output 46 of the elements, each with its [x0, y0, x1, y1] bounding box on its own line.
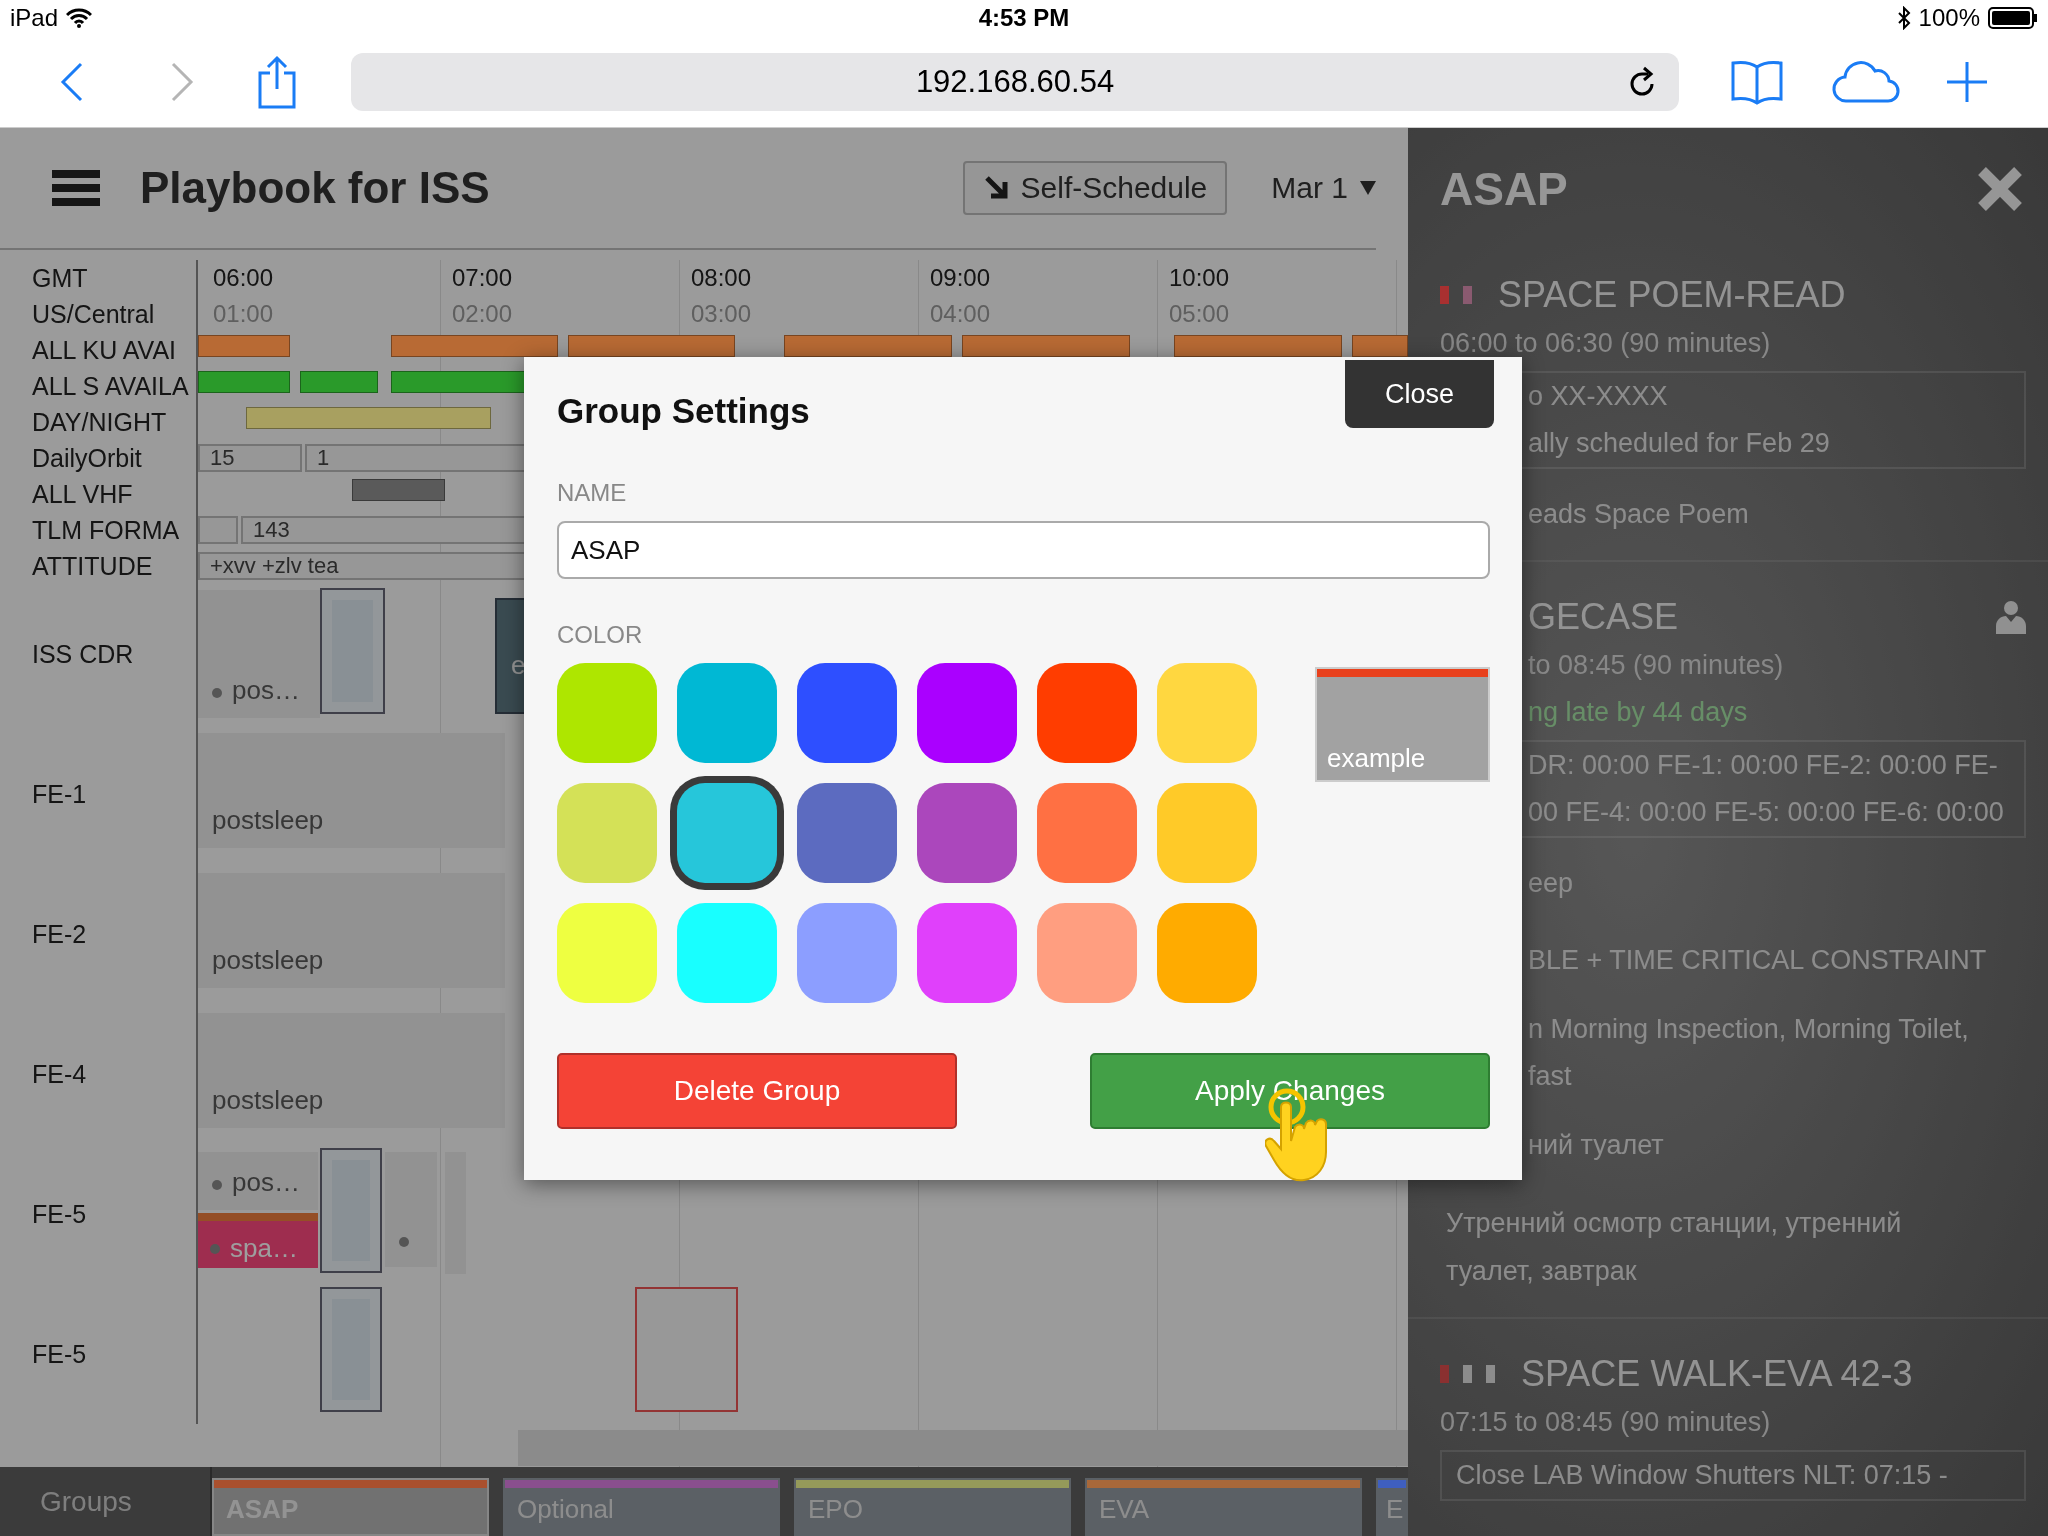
description-text: Утренний осмотр станции, утренний туалет, завтрак	[1445, 1207, 1903, 1288]
field-label: NAME	[557, 479, 628, 507]
local-time-label: 02:00	[452, 300, 513, 328]
row-label: FE-5	[0, 1284, 198, 1424]
activity-label: postsleep	[212, 1085, 324, 1116]
field-label: COLOR	[557, 621, 644, 649]
description-text: eads Space Poem	[1528, 498, 1750, 531]
time-label: 07:00	[452, 264, 513, 292]
description-text: fast	[1528, 1060, 1573, 1093]
time-label: 09:00	[930, 264, 991, 292]
time-range: 07:15 to 08:45 (90 minutes)	[1440, 1406, 1772, 1439]
device-name: iPad	[10, 4, 59, 32]
time-range: 06:00 to 06:30 (90 minutes)	[1440, 327, 1772, 360]
app-title: Playbook for ISS	[140, 163, 490, 213]
timezone-label: US/Central	[0, 296, 198, 332]
color-preview: example	[1315, 667, 1490, 782]
activity-label: pos…	[232, 1167, 300, 1198]
row-label: DAY/NIGHT	[0, 404, 198, 440]
constraint-text: BLE + TIME CRITICAL CONSTRAINT	[1528, 944, 1988, 977]
timezone-label: GMT	[0, 260, 198, 296]
time-label: 08:00	[691, 264, 752, 292]
activity-label: postsleep	[212, 945, 324, 976]
local-time-label: 05:00	[1169, 300, 1230, 328]
row-label: ALL VHF	[0, 476, 198, 512]
clock: 4:53 PM	[978, 4, 1070, 32]
note-text: ally scheduled for Feb 29	[1528, 427, 1831, 460]
description-text: eep	[1528, 867, 1575, 900]
note-text: o XX-XXXX	[1528, 380, 1669, 413]
note-text: DR: 00:00 FE-1: 00:00 FE-2: 00:00 FE-	[1528, 749, 1999, 782]
activity-label: spa…	[230, 1233, 298, 1264]
time-label: 10:00	[1169, 264, 1230, 292]
description-text: ний туалет	[1528, 1129, 1665, 1162]
activity-label: e	[511, 650, 526, 680]
local-time-label: 04:00	[930, 300, 991, 328]
time-label: 06:00	[213, 264, 274, 292]
panel-title: ASAP	[1440, 162, 1568, 216]
note-text: Close LAB Window Shutters NLT: 07:15 -	[1456, 1459, 1949, 1492]
dialog-title: Group Settings	[557, 391, 810, 431]
description-text: n Morning Inspection, Morning Toilet,	[1528, 1013, 1970, 1046]
activity-label: postsleep	[212, 805, 324, 836]
local-time-label: 01:00	[213, 300, 274, 328]
local-time-label: 03:00	[691, 300, 752, 328]
battery-percentage: 100%	[1918, 4, 1980, 32]
status-text: ng late by 44 days	[1528, 696, 1749, 729]
activity-label: pos…	[232, 675, 300, 706]
note-text: 00 FE-4: 00:00 FE-5: 00:00 FE-6: 00:00	[1528, 796, 2005, 829]
